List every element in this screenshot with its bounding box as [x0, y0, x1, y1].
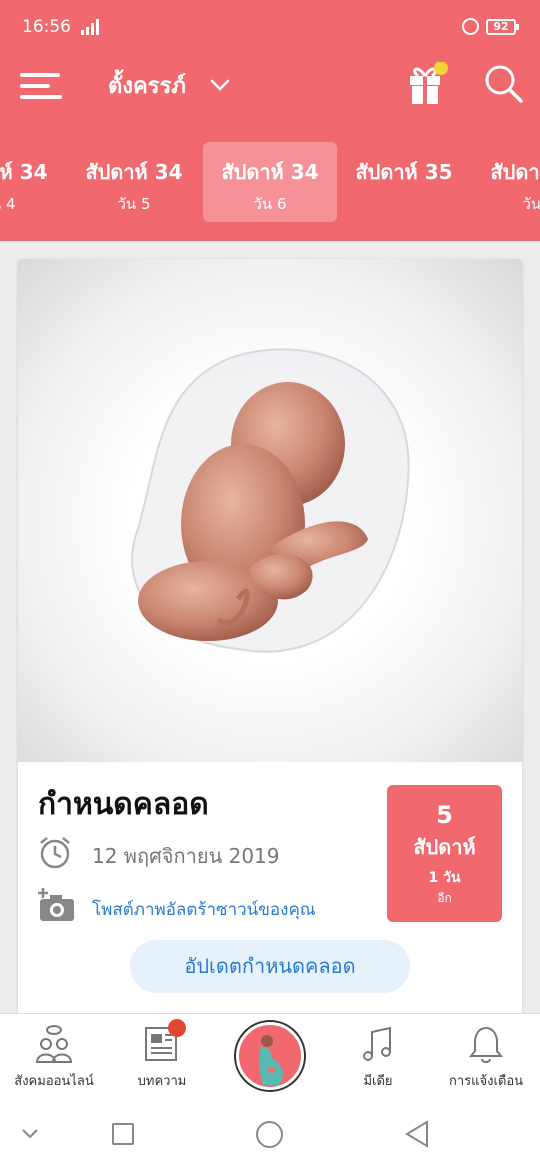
tab-day-label: วัน 1 [522, 195, 540, 213]
tab-week-34-day-6[interactable]: สัปดาห์ 34 วัน 6 [203, 142, 337, 222]
recents-icon[interactable] [112, 1123, 134, 1145]
tab-week-label: สัปดาห์ 34 [85, 160, 183, 184]
tab-week-label: สัปดาห์ 34 [0, 160, 48, 184]
chevron-down-icon[interactable] [208, 72, 232, 100]
nav-label: การแจ้งเตือน [448, 1074, 524, 1089]
countdown-unit: สัปดาห์ [413, 835, 476, 859]
countdown-days: 1 วัน [428, 870, 461, 886]
clock-icon [38, 835, 72, 873]
fetus-illustration [18, 259, 522, 762]
tab-day-label: วัน 6 [253, 195, 287, 213]
fetus-image [131, 348, 410, 653]
nav-label: มีเดีย [363, 1074, 393, 1089]
hide-nav-icon[interactable] [20, 1123, 40, 1147]
signal-icon [80, 19, 100, 39]
home-icon[interactable] [256, 1121, 283, 1148]
countdown-number: 5 [436, 801, 453, 829]
nav-notifications[interactable]: การแจ้งเตือน [432, 1024, 540, 1102]
tab-day-label: วัน 5 [117, 195, 151, 213]
tab-week-34-day-5[interactable]: สัปดาห์ 34 วัน 5 [67, 142, 201, 222]
battery-icon: 92 [486, 19, 519, 35]
nav-label: บทความ [137, 1074, 187, 1089]
bottom-nav: สังคมออนไลน์ บทความ มีเดีย การแจ้งเตือน [0, 1013, 540, 1101]
nav-media[interactable]: มีเดีย [324, 1024, 432, 1102]
nav-community[interactable]: สังคมออนไลน์ [0, 1024, 108, 1102]
post-ultrasound-link[interactable]: โพสต์ภาพอัลตร้าซาวน์ของคุณ [92, 896, 316, 923]
lock-icon [462, 18, 479, 35]
tab-week-label: สัปดาห์ 34 [221, 160, 319, 184]
menu-icon[interactable] [20, 68, 64, 104]
tab-week-34-day-4[interactable]: สัปดาห์ 34 วัน 4 [0, 142, 66, 222]
nav-articles[interactable]: บทความ [108, 1024, 216, 1102]
tab-day-label: วัน 4 [0, 195, 16, 213]
due-date-value: 12 พฤศจิกายน 2019 [92, 844, 280, 868]
tab-week-label: สัปดาห์ 35 [490, 160, 540, 184]
add-photo-icon[interactable] [36, 887, 76, 927]
app-header: ตั้งครรภ์ [0, 56, 540, 116]
media-icon [363, 1026, 391, 1061]
tab-week-label: สัปดาห์ 35 [355, 160, 453, 184]
update-due-date-button[interactable]: อัปเดตกำหนดคลอด [130, 940, 410, 993]
notification-badge [168, 1019, 186, 1037]
nav-label: สังคมออนไลน์ [14, 1074, 94, 1089]
page-title[interactable]: ตั้งครรภ์ [108, 68, 186, 103]
community-icon [35, 1025, 73, 1063]
due-date-card: กำหนดคลอด 12 พฤศจิกายน 2019 โพสต์ภาพอัลต… [18, 259, 522, 1019]
tab-week-35-day-1[interactable]: สัปดาห์ 35 วัน 1 [472, 142, 540, 222]
bell-icon [468, 1026, 504, 1063]
pregnancy-icon [258, 1035, 283, 1085]
system-nav-bar [0, 1101, 540, 1170]
week-tabs: สัปดาห์ 34 วัน 4 สัปดาห์ 34 วัน 5 สัปดาห… [0, 116, 540, 241]
pregnancy-button[interactable] [236, 1022, 304, 1090]
gift-icon[interactable] [404, 61, 452, 106]
search-icon[interactable] [484, 64, 524, 104]
tab-week-35[interactable]: สัปดาห์ 35 [337, 142, 471, 222]
countdown-badge: 5 สัปดาห์ 1 วัน อีก [387, 785, 502, 922]
due-date-title: กำหนดคลอด [38, 787, 209, 822]
back-icon[interactable] [404, 1120, 430, 1152]
countdown-more: อีก [437, 891, 452, 905]
status-bar: 16:56 92 [0, 0, 540, 56]
status-time: 16:56 [22, 17, 71, 37]
